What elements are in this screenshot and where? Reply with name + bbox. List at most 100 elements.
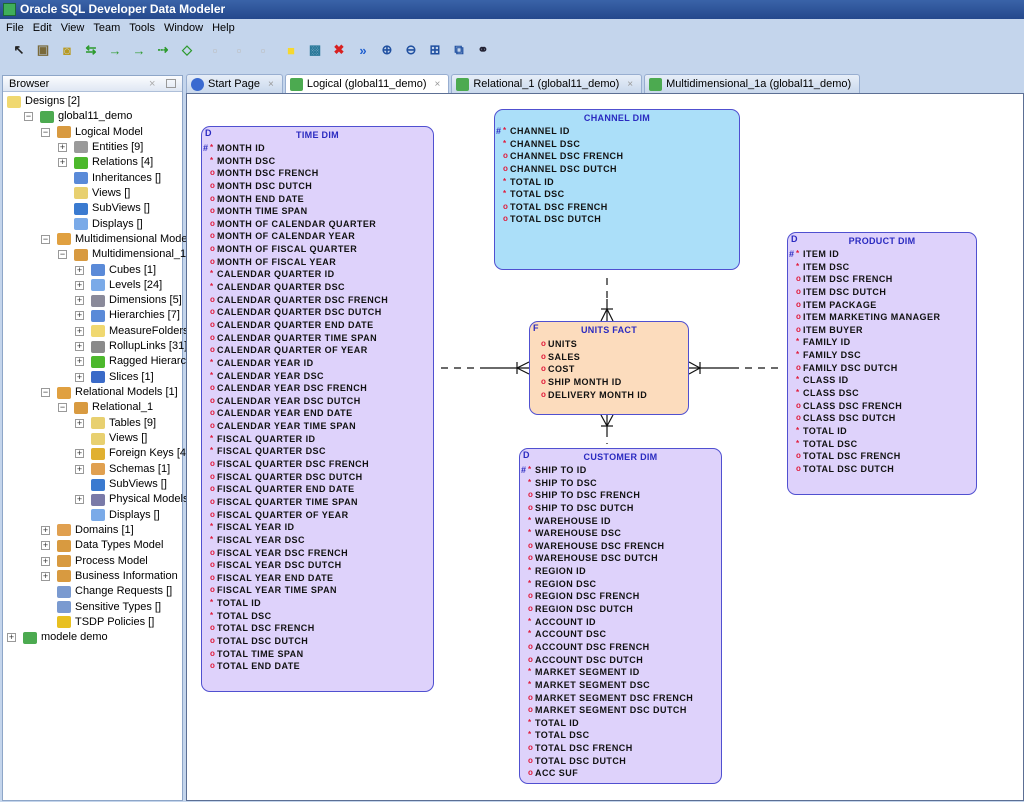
tree-item[interactable]: TSDP Policies [] <box>57 615 154 630</box>
attribute-row[interactable]: * TOTAL DSC <box>789 438 976 451</box>
tree-item[interactable]: Process Model <box>57 554 148 569</box>
expand-icon[interactable]: + <box>75 418 84 428</box>
select-pointer-icon[interactable]: ↖ <box>10 42 28 59</box>
attribute-row[interactable]: o TOTAL DSC DUTCH <box>203 635 433 648</box>
tree-item[interactable]: SubViews [] <box>91 477 167 492</box>
diagram-canvas[interactable]: D TIME DIM # * MONTH ID * MONTH DSC o MONTH DSC … <box>186 93 1024 801</box>
attribute-row[interactable]: * FISCAL YEAR ID <box>203 521 433 534</box>
engineer-icon[interactable]: » <box>354 42 372 59</box>
expand-icon[interactable]: + <box>75 357 84 367</box>
attribute-row[interactable]: o ITEM PACKAGE <box>789 299 976 312</box>
tree-item[interactable]: SubViews [] <box>74 201 150 216</box>
expand-icon[interactable]: + <box>41 525 50 535</box>
note-icon[interactable]: ■ <box>282 42 300 59</box>
tree-item[interactable]: Business Information <box>57 569 178 584</box>
attribute-row[interactable]: o TOTAL DSC FRENCH <box>496 201 739 214</box>
collapse-icon[interactable]: − <box>58 250 67 260</box>
tree-item[interactable]: Displays [] <box>74 217 143 232</box>
attribute-row[interactable]: * MARKET SEGMENT DSC <box>521 679 721 692</box>
tree-item[interactable]: Designs [2] <box>7 94 80 109</box>
menu-tools[interactable]: Tools <box>127 19 162 37</box>
tree-item[interactable]: Domains [1] <box>57 523 134 538</box>
picture-icon[interactable]: ▩ <box>306 42 324 59</box>
attribute-row[interactable]: o CALENDAR QUARTER DSC DUTCH <box>203 306 433 319</box>
menu-edit[interactable]: Edit <box>31 19 59 37</box>
attribute-row[interactable]: # * SHIP TO ID <box>521 464 721 477</box>
attribute-row[interactable]: * TOTAL DSC <box>203 610 433 623</box>
close-icon[interactable]: × <box>149 76 155 92</box>
tab-start[interactable]: Start Page × <box>186 74 283 93</box>
tree-item[interactable]: Logical Model <box>57 125 143 140</box>
attribute-row[interactable]: o CALENDAR YEAR DSC DUTCH <box>203 395 433 408</box>
menu-window[interactable]: Window <box>162 19 210 37</box>
attribute-row[interactable]: o SALES <box>541 351 688 364</box>
attribute-row[interactable]: o UNITS <box>541 338 688 351</box>
attribute-row[interactable]: * CALENDAR QUARTER DSC <box>203 281 433 294</box>
tree-item[interactable]: Views [] <box>91 431 147 446</box>
crowfoot[interactable] <box>516 367 530 375</box>
fit-screen-icon[interactable]: ⊞ <box>426 42 444 59</box>
attribute-row[interactable]: o ITEM BUYER <box>789 324 976 337</box>
new-entity-icon[interactable]: ▣ <box>34 42 52 59</box>
tree-item[interactable]: Cubes [1] <box>91 263 156 278</box>
expand-icon[interactable]: + <box>75 296 84 306</box>
attribute-row[interactable]: * CALENDAR YEAR DSC <box>203 370 433 383</box>
attribute-row[interactable]: o CLASS DSC DUTCH <box>789 412 976 425</box>
attribute-row[interactable]: o FISCAL QUARTER DSC DUTCH <box>203 471 433 484</box>
attribute-row[interactable]: o FAMILY DSC DUTCH <box>789 362 976 375</box>
expand-icon[interactable]: + <box>75 495 84 505</box>
units-fact-entity[interactable]: F UNITS FACT o UNITS o SALES o COST o SHIP MONTH … <box>529 321 689 415</box>
zoom-in-icon[interactable]: ⊕ <box>378 42 396 59</box>
crowfoot[interactable] <box>600 308 608 322</box>
disabled-tool-2-icon[interactable]: ▫ <box>230 42 248 59</box>
menu-team[interactable]: Team <box>91 19 127 37</box>
attribute-row[interactable]: o MONTH OF FISCAL QUARTER <box>203 243 433 256</box>
attribute-row[interactable]: o CHANNEL DSC FRENCH <box>496 150 739 163</box>
attribute-row[interactable]: o MONTH DSC FRENCH <box>203 167 433 180</box>
tab-relational_1[interactable]: Relational_1 (global11_demo) × <box>451 74 643 94</box>
attribute-row[interactable]: o TOTAL DSC DUTCH <box>521 755 721 768</box>
attribute-row[interactable]: * WAREHOUSE DSC <box>521 527 721 540</box>
attribute-row[interactable]: * TOTAL ID <box>521 717 721 730</box>
attribute-row[interactable]: * ACCOUNT ID <box>521 616 721 629</box>
collapse-icon[interactable]: − <box>41 234 50 244</box>
attribute-row[interactable]: o WAREHOUSE DSC FRENCH <box>521 540 721 553</box>
tree-item[interactable]: RollupLinks [31] <box>91 339 187 354</box>
attribute-row[interactable]: * TOTAL DSC <box>496 188 739 201</box>
attribute-row[interactable]: o ACC SUF <box>521 767 721 780</box>
attribute-row[interactable]: * ITEM DSC <box>789 261 976 274</box>
tree-item[interactable]: Change Requests [] <box>57 584 172 599</box>
attribute-row[interactable]: * CALENDAR QUARTER ID <box>203 268 433 281</box>
attribute-row[interactable]: o MARKET SEGMENT DSC DUTCH <box>521 704 721 717</box>
attribute-row[interactable]: o WAREHOUSE DSC DUTCH <box>521 552 721 565</box>
attribute-row[interactable]: o FISCAL QUARTER OF YEAR <box>203 509 433 522</box>
attribute-row[interactable]: * WAREHOUSE ID <box>521 515 721 528</box>
crowfoot[interactable] <box>688 367 701 375</box>
attribute-row[interactable]: o CALENDAR QUARTER DSC FRENCH <box>203 294 433 307</box>
attribute-row[interactable]: o CALENDAR YEAR END DATE <box>203 407 433 420</box>
attribute-row[interactable]: o SHIP MONTH ID <box>541 376 688 389</box>
attribute-row[interactable]: o MONTH END DATE <box>203 193 433 206</box>
delete-icon[interactable]: ✖ <box>330 42 348 59</box>
tree-item[interactable]: Sensitive Types [] <box>57 600 161 615</box>
expand-icon[interactable]: + <box>75 449 84 459</box>
attribute-row[interactable]: o TOTAL DSC FRENCH <box>789 450 976 463</box>
attribute-row[interactable]: * TOTAL ID <box>789 425 976 438</box>
tree-item[interactable]: Dimensions [5] <box>91 293 182 308</box>
expand-icon[interactable]: + <box>41 556 50 566</box>
tab-close-icon[interactable]: × <box>627 75 633 94</box>
attribute-row[interactable]: * FISCAL QUARTER DSC <box>203 445 433 458</box>
tree-item[interactable]: Views [] <box>74 186 130 201</box>
attribute-row[interactable]: o FISCAL YEAR DSC DUTCH <box>203 559 433 572</box>
expand-icon[interactable]: + <box>7 633 16 643</box>
find-icon[interactable]: ⚭ <box>474 42 492 59</box>
attribute-row[interactable]: # * MONTH ID <box>203 142 433 155</box>
expand-icon[interactable]: + <box>75 265 84 275</box>
new-view-icon[interactable]: ◙ <box>58 42 76 59</box>
attribute-row[interactable]: o ITEM DSC DUTCH <box>789 286 976 299</box>
attribute-row[interactable]: o REGION DSC DUTCH <box>521 603 721 616</box>
attribute-row[interactable]: * TOTAL ID <box>496 176 739 189</box>
attribute-row[interactable]: o CALENDAR QUARTER TIME SPAN <box>203 332 433 345</box>
attribute-row[interactable]: o FISCAL QUARTER END DATE <box>203 483 433 496</box>
crowfoot[interactable] <box>606 308 614 322</box>
